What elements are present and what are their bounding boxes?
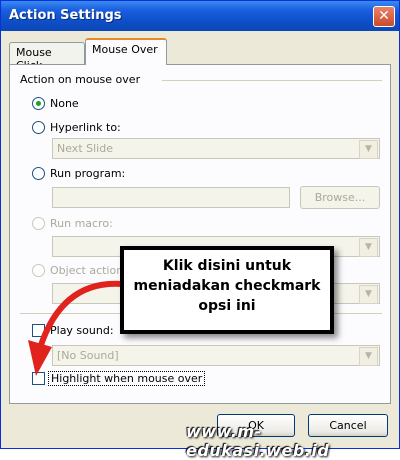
arrow-head — [28, 340, 52, 376]
arrow-shaft — [37, 280, 125, 351]
watermark: www.m-edukasi.web.id — [186, 422, 330, 460]
annotation-arrow — [28, 280, 125, 376]
callout-line-2: meniadakan checkmark — [133, 278, 321, 294]
callout-line-1: Klik disini untuk — [162, 258, 292, 274]
annotation-callout: Klik disini untuk meniadakan checkmark o… — [120, 246, 334, 334]
callout-line-3: opsi ini — [198, 298, 256, 314]
